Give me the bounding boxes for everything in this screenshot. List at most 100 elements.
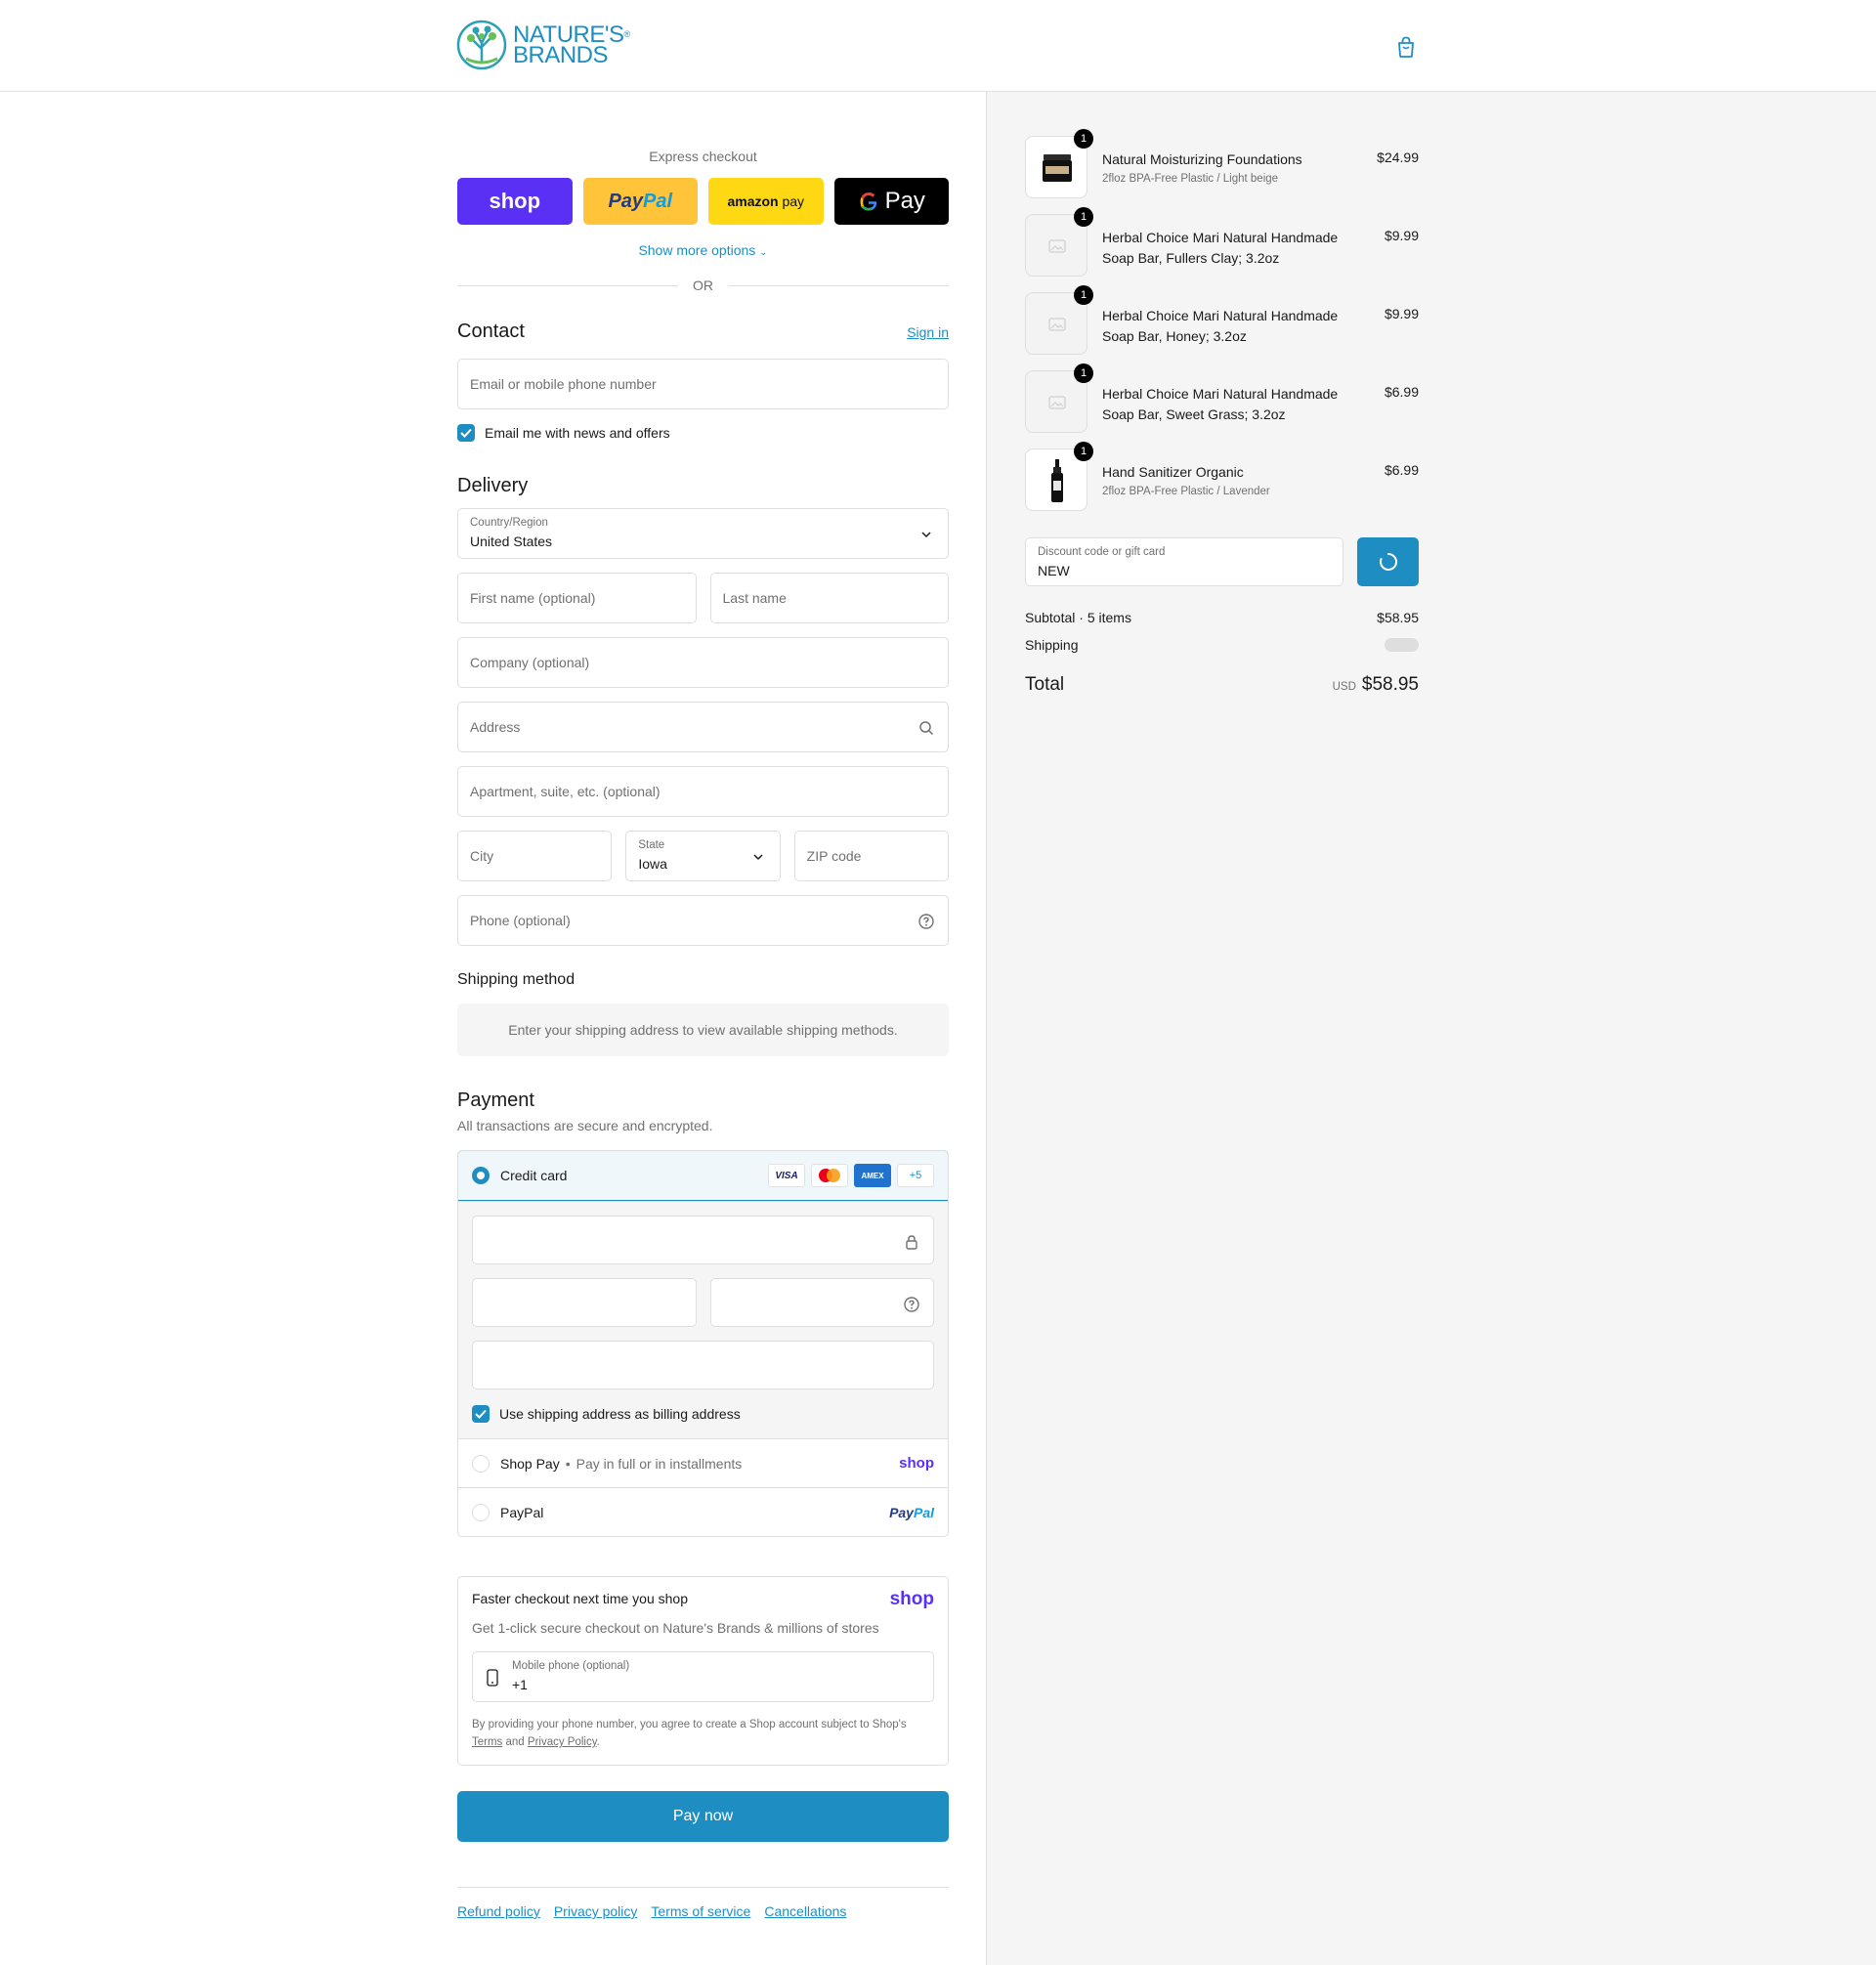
name-on-card-field[interactable] <box>472 1341 934 1389</box>
phone-field[interactable]: Phone (optional) <box>457 895 949 946</box>
state-select[interactable]: State Iowa <box>625 831 781 881</box>
credit-card-radio[interactable] <box>472 1167 490 1184</box>
chevron-down-icon: ⌄ <box>759 247 768 258</box>
cart-item: 1 Herbal Choice Mari Natural Handmade So… <box>1025 170 1419 277</box>
refund-policy-link[interactable]: Refund policy <box>457 1903 540 1919</box>
currency-code: USD <box>1332 681 1356 693</box>
news-checkbox[interactable] <box>457 424 475 442</box>
shop-pay-radio[interactable] <box>472 1454 490 1473</box>
company-field[interactable]: Company (optional) <box>457 637 949 688</box>
mobile-phone-icon <box>487 1669 498 1687</box>
apply-discount-button[interactable] <box>1357 537 1419 586</box>
cart-item: 1 Herbal Choice Mari Natural Handmade So… <box>1025 248 1419 355</box>
quantity-badge: 1 <box>1074 363 1093 383</box>
city-field[interactable]: City <box>457 831 613 881</box>
footer-links: Refund policy Privacy policy Terms of se… <box>457 1887 949 1919</box>
shop-pay-button[interactable]: shop <box>457 178 573 225</box>
security-code-field[interactable] <box>709 1278 934 1327</box>
shipping-method-title: Shipping method <box>457 971 576 988</box>
shopping-bag-icon[interactable] <box>1395 35 1417 59</box>
country-select[interactable]: Country/Region United States <box>457 508 949 559</box>
paypal-logo: PayPal <box>889 1504 934 1520</box>
terms-of-service-link[interactable]: Terms of service <box>651 1903 750 1919</box>
brand-logo[interactable]: NATURE'S® BRANDS <box>456 20 630 70</box>
card-logos: VISA AMEX +5 <box>768 1164 934 1187</box>
privacy-policy-link[interactable]: Privacy policy <box>554 1903 638 1919</box>
checkmark-icon <box>460 428 472 438</box>
quantity-badge: 1 <box>1074 129 1093 149</box>
discount-code-field[interactable]: Discount code or gift card NEW <box>1025 537 1343 586</box>
payment-options: Credit card VISA AMEX +5 Use shipping ad… <box>457 1150 949 1537</box>
total-value: $58.95 <box>1361 674 1419 695</box>
discount-row: Discount code or gift card NEW <box>1025 537 1419 586</box>
contact-header: Contact Sign in <box>457 320 949 343</box>
chevron-down-icon <box>921 532 931 538</box>
header: NATURE'S® BRANDS <box>0 0 1876 92</box>
shop-pay-logo: shop <box>899 1455 934 1472</box>
city-state-zip-row: City State Iowa ZIP code <box>457 831 949 881</box>
help-icon[interactable] <box>903 1296 920 1313</box>
checkmark-icon <box>475 1409 487 1419</box>
shipping-loading-skeleton <box>1385 638 1419 652</box>
first-name-field[interactable]: First name (optional) <box>457 573 697 623</box>
express-buttons: shop Pay Pal amazon pay Pay <box>457 178 949 225</box>
show-more-options-link[interactable]: Show more options ⌄ <box>457 242 949 258</box>
item-name: Hand Sanitizer Organic 2floz BPA-Free Pla… <box>1102 464 1270 497</box>
pay-now-button[interactable]: Pay now <box>457 1791 949 1842</box>
or-divider: OR <box>457 278 949 293</box>
news-checkbox-row[interactable]: Email me with news and offers <box>457 424 949 442</box>
brand-wordmark: NATURE'S® BRANDS <box>513 21 630 68</box>
total-line: Total USD $58.95 <box>1025 674 1419 696</box>
shop-pay-label: Shop Pay <box>500 1455 560 1472</box>
apartment-field[interactable]: Apartment, suite, etc. (optional) <box>457 766 949 817</box>
payment-subtitle: All transactions are secure and encrypte… <box>457 1118 713 1133</box>
paypal-button[interactable]: Pay Pal <box>582 178 698 225</box>
mastercard-icon <box>811 1164 848 1187</box>
card-number-field[interactable] <box>472 1216 934 1264</box>
checkout-form: Express checkout shop Pay Pal amazon pay … <box>457 92 949 1919</box>
cancellations-link[interactable]: Cancellations <box>764 1903 846 1919</box>
cart-item: 1 Herbal Choice Mari Natural Handmade So… <box>1025 326 1419 433</box>
item-price: $6.99 <box>1384 384 1419 400</box>
mobile-phone-field[interactable]: Mobile phone (optional) +1 <box>472 1651 934 1702</box>
tree-logo-icon <box>456 20 507 70</box>
shop-faster-checkout: Faster checkout next time you shop shop … <box>457 1576 949 1766</box>
loading-spinner-icon <box>1379 553 1397 571</box>
last-name-field[interactable]: Last name <box>709 573 949 623</box>
shipping-label: Shipping <box>1025 637 1079 653</box>
faster-checkout-subtitle: Get 1-click secure checkout on Nature's … <box>472 1620 879 1636</box>
lock-icon <box>906 1235 917 1250</box>
cart-item: 1 Hand Sanitizer Organic 2floz BPA-Free P… <box>1025 405 1419 511</box>
news-checkbox-label: Email me with news and offers <box>485 425 670 441</box>
paypal-radio[interactable] <box>472 1503 490 1521</box>
shop-logo: shop <box>889 1589 934 1609</box>
subtotal-line: Subtotal · 5 items $58.95 <box>1025 610 1419 625</box>
item-price: $24.99 <box>1377 150 1419 165</box>
credit-card-option[interactable]: Credit card VISA AMEX +5 <box>458 1151 948 1201</box>
shop-pay-option[interactable]: Shop Pay • Pay in full or in installment… <box>458 1438 948 1487</box>
shipping-line: Shipping <box>1025 637 1419 653</box>
google-pay-button[interactable]: Pay <box>833 178 949 225</box>
zip-field[interactable]: ZIP code <box>793 831 949 881</box>
contact-title: Contact <box>457 320 525 342</box>
shop-terms-link[interactable]: Terms <box>472 1736 502 1748</box>
quantity-badge: 1 <box>1074 285 1093 305</box>
amazon-pay-button[interactable]: amazon pay <box>708 178 824 225</box>
billing-checkbox-row[interactable]: Use shipping address as billing address <box>472 1389 934 1438</box>
google-g-icon <box>860 192 876 211</box>
payment-title: Payment <box>457 1089 534 1111</box>
total-label: Total <box>1025 674 1065 695</box>
shop-privacy-link[interactable]: Privacy Policy <box>528 1736 597 1748</box>
email-field[interactable]: Email or mobile phone number <box>457 359 949 409</box>
amex-icon: AMEX <box>854 1164 891 1187</box>
address-field[interactable]: Address <box>457 702 949 752</box>
sign-in-link[interactable]: Sign in <box>907 324 949 340</box>
item-price: $6.99 <box>1384 462 1419 478</box>
help-icon[interactable] <box>917 913 935 930</box>
paypal-option[interactable]: PayPal PayPal <box>458 1487 948 1536</box>
billing-checkbox[interactable] <box>472 1405 490 1423</box>
quantity-badge: 1 <box>1074 442 1093 461</box>
shop-pay-sublabel: Pay in full or in installments <box>576 1455 743 1472</box>
expiration-field[interactable] <box>472 1278 697 1327</box>
chevron-down-icon <box>753 854 763 861</box>
